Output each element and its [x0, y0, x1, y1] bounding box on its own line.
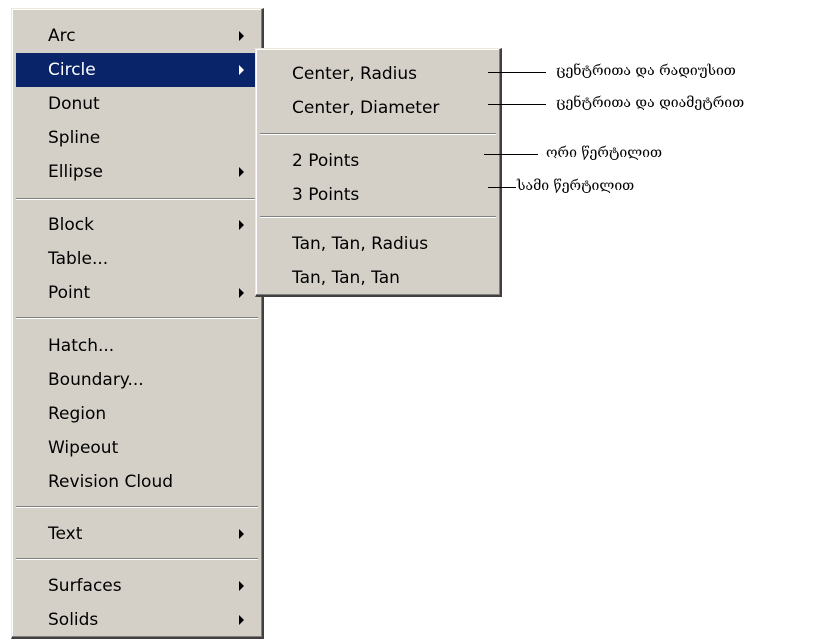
menu-item-hatch[interactable]: Hatch... — [16, 329, 258, 363]
submenu-arrow-icon — [239, 615, 244, 625]
submenu-item-tan-tan-radius[interactable]: Tan, Tan, Radius — [260, 227, 496, 261]
menu-item-region[interactable]: Region — [16, 397, 258, 431]
callout-center-diameter: ცენტრითა და დიამეტრით — [556, 95, 745, 111]
callout-line — [484, 154, 538, 155]
menu-item-block[interactable]: Block — [16, 208, 258, 242]
menu-item-donut[interactable]: Donut — [16, 87, 258, 121]
submenu-item-tan-tan-tan[interactable]: Tan, Tan, Tan — [260, 261, 496, 295]
menu-separator — [260, 133, 496, 135]
menu-item-solids[interactable]: Solids — [16, 603, 258, 637]
menu-separator — [16, 558, 258, 560]
menu-item-text[interactable]: Text — [16, 517, 258, 551]
submenu-item-center-diameter[interactable]: Center, Diameter — [260, 91, 496, 125]
submenu-arrow-icon — [239, 529, 244, 539]
submenu-item-2-points[interactable]: 2 Points — [260, 144, 496, 178]
callout-line — [488, 187, 516, 188]
submenu-arrow-icon — [239, 65, 244, 75]
callout-line — [488, 104, 546, 105]
menu-item-arc[interactable]: Arc — [16, 19, 258, 53]
menu-item-spline[interactable]: Spline — [16, 121, 258, 155]
menu-separator — [16, 317, 258, 319]
submenu-item-center-radius[interactable]: Center, Radius — [260, 57, 496, 91]
menu-item-wipeout[interactable]: Wipeout — [16, 431, 258, 465]
draw-menu: Arc Circle Donut Spline Ellipse Block Ta… — [11, 8, 264, 639]
menu-separator — [16, 198, 258, 200]
callout-3-points: სამი წერტილით — [517, 178, 635, 194]
callout-line — [488, 72, 546, 73]
menu-item-point[interactable]: Point — [16, 276, 258, 310]
menu-item-circle[interactable]: Circle — [16, 53, 258, 87]
submenu-arrow-icon — [239, 167, 244, 177]
submenu-item-3-points[interactable]: 3 Points — [260, 178, 496, 212]
callout-center-radius: ცენტრითა და რადიუსით — [556, 63, 736, 79]
submenu-arrow-icon — [239, 31, 244, 41]
menu-item-boundary[interactable]: Boundary... — [16, 363, 258, 397]
submenu-arrow-icon — [239, 220, 244, 230]
menu-item-revision-cloud[interactable]: Revision Cloud — [16, 465, 258, 499]
menu-item-ellipse[interactable]: Ellipse — [16, 155, 258, 189]
submenu-arrow-icon — [239, 581, 244, 591]
menu-item-table[interactable]: Table... — [16, 242, 258, 276]
circle-submenu: Center, Radius Center, Diameter 2 Points… — [255, 48, 502, 297]
submenu-arrow-icon — [239, 288, 244, 298]
menu-separator — [260, 216, 496, 218]
menu-item-surfaces[interactable]: Surfaces — [16, 569, 258, 603]
menu-separator — [16, 506, 258, 508]
callout-2-points: ორი წერტილით — [546, 145, 663, 161]
